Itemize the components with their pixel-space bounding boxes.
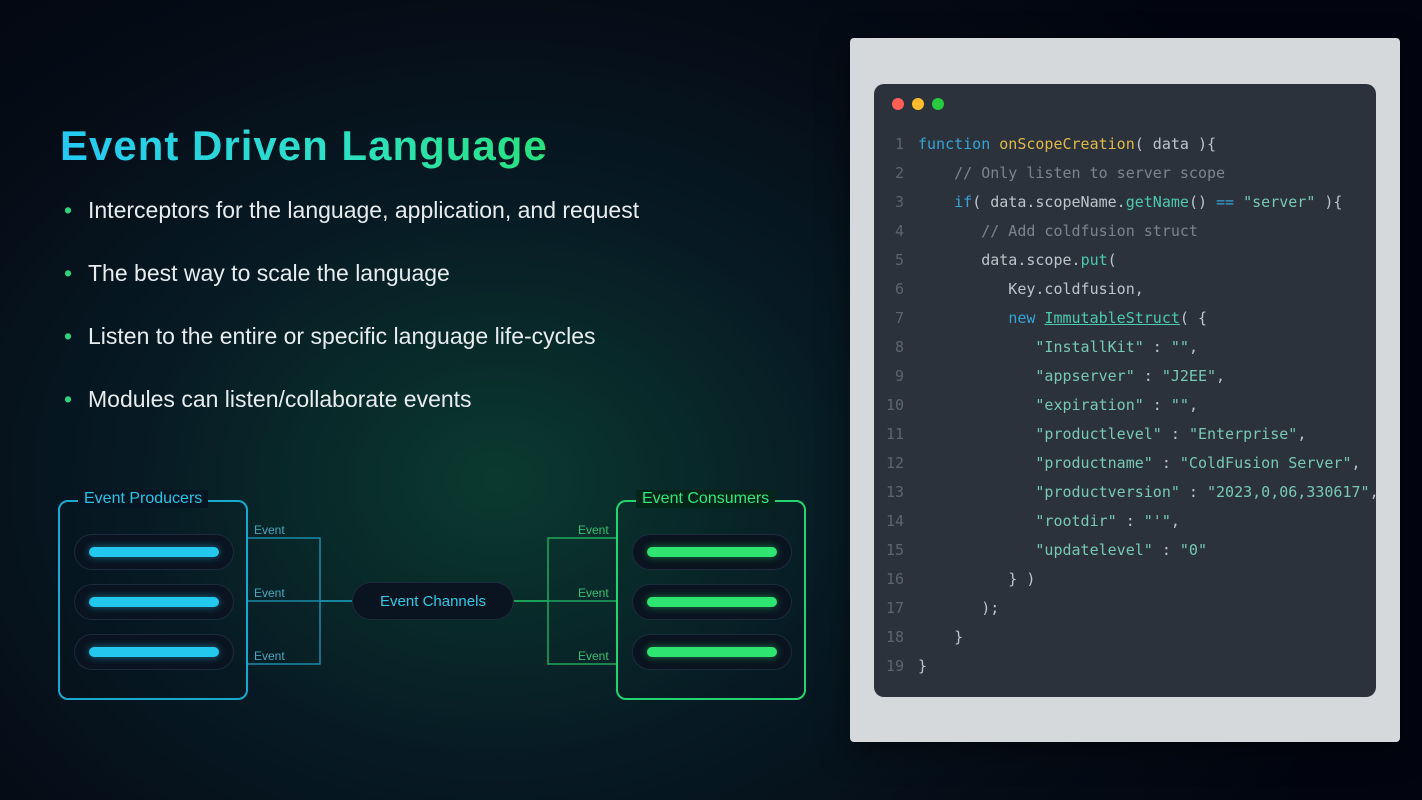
- code-line: 10 "expiration" : "",: [874, 391, 1376, 420]
- code-line: 2 // Only listen to server scope: [874, 159, 1376, 188]
- code-line: 17 );: [874, 594, 1376, 623]
- producer-node: [74, 534, 234, 570]
- edge-label: Event: [578, 523, 609, 537]
- bullet-list: Interceptors for the language, applicati…: [72, 195, 812, 447]
- edge-label: Event: [578, 586, 609, 600]
- consumer-node: [632, 534, 792, 570]
- code-line: 8 "InstallKit" : "",: [874, 333, 1376, 362]
- window-controls: [892, 98, 944, 110]
- code-line: 6 Key.coldfusion,: [874, 275, 1376, 304]
- event-channels-node: Event Channels: [352, 582, 514, 620]
- code-window: 1function onScopeCreation( data ){2 // O…: [874, 84, 1376, 697]
- code-line: 16 } ): [874, 565, 1376, 594]
- code-line: 19}: [874, 652, 1376, 681]
- code-panel: 1function onScopeCreation( data ){2 // O…: [850, 38, 1400, 742]
- code-line: 11 "productlevel" : "Enterprise",: [874, 420, 1376, 449]
- code-listing: 1function onScopeCreation( data ){2 // O…: [874, 130, 1376, 681]
- edge-label: Event: [254, 523, 285, 537]
- bullet-item: The best way to scale the language: [72, 258, 812, 289]
- producer-node: [74, 584, 234, 620]
- slide: Event Driven Language Interceptors for t…: [0, 0, 1422, 800]
- edge-label: Event: [254, 649, 285, 663]
- consumer-node: [632, 584, 792, 620]
- code-line: 18 }: [874, 623, 1376, 652]
- code-line: 12 "productname" : "ColdFusion Server",: [874, 449, 1376, 478]
- code-line: 7 new ImmutableStruct( {: [874, 304, 1376, 333]
- consumers-group: Event Consumers: [616, 500, 806, 700]
- code-line: 9 "appserver" : "J2EE",: [874, 362, 1376, 391]
- code-line: 1function onScopeCreation( data ){: [874, 130, 1376, 159]
- bullet-item: Interceptors for the language, applicati…: [72, 195, 812, 226]
- code-line: 5 data.scope.put(: [874, 246, 1376, 275]
- slide-title: Event Driven Language: [60, 122, 548, 170]
- code-line: 3 if( data.scopeName.getName() == "serve…: [874, 188, 1376, 217]
- edge-label: Event: [254, 586, 285, 600]
- close-icon: [892, 98, 904, 110]
- bullet-item: Listen to the entire or specific languag…: [72, 321, 812, 352]
- consumers-caption: Event Consumers: [636, 490, 775, 508]
- producer-node: [74, 634, 234, 670]
- zoom-icon: [932, 98, 944, 110]
- code-line: 14 "rootdir" : "'",: [874, 507, 1376, 536]
- minimize-icon: [912, 98, 924, 110]
- code-line: 13 "productversion" : "2023,0,06,330617"…: [874, 478, 1376, 507]
- bullet-item: Modules can listen/collaborate events: [72, 384, 812, 415]
- event-diagram: Event Event Event Event Event Event Even…: [50, 490, 820, 730]
- producers-caption: Event Producers: [78, 490, 208, 508]
- producers-group: Event Producers: [58, 500, 248, 700]
- consumer-node: [632, 634, 792, 670]
- code-line: 4 // Add coldfusion struct: [874, 217, 1376, 246]
- code-line: 15 "updatelevel" : "0": [874, 536, 1376, 565]
- edge-label: Event: [578, 649, 609, 663]
